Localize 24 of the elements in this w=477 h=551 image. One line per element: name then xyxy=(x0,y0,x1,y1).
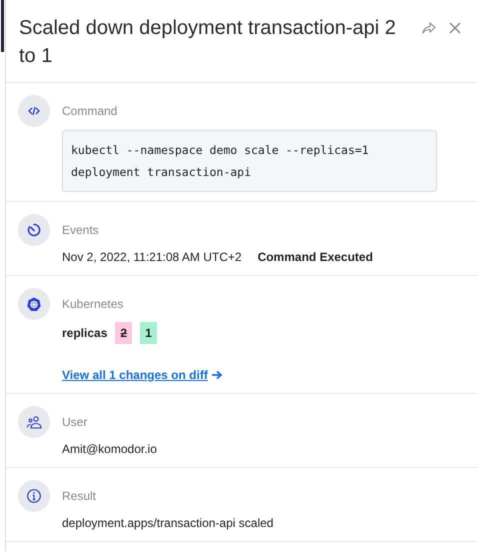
event-status: Command Executed xyxy=(258,249,373,266)
section-label: Command xyxy=(62,103,118,120)
command-line: kubectl --namespace demo scale --replicas=1 xyxy=(71,142,370,159)
users-icon xyxy=(26,414,42,430)
section-value: Amit@komodor.io xyxy=(62,441,158,458)
info-icon xyxy=(26,488,42,504)
panel-edge-bar xyxy=(1,0,4,52)
section-label: Result xyxy=(62,488,96,505)
section-label: Kubernetes xyxy=(62,296,124,313)
old-value: 2 xyxy=(115,322,132,344)
panel-title: Scaled down deployment transaction-api 2 to 1 xyxy=(19,16,397,69)
share-button[interactable] xyxy=(421,20,437,36)
section-label: Events xyxy=(62,222,99,239)
field-name: replicas xyxy=(62,325,108,342)
section-value: deployment.apps/transaction-api scaled xyxy=(62,515,274,532)
helm-wheel-icon xyxy=(26,296,42,312)
timer-icon xyxy=(26,222,42,238)
close-button[interactable] xyxy=(447,20,463,36)
command-line: deployment transaction-api xyxy=(71,164,252,181)
new-value: 1 xyxy=(140,322,157,344)
event-time: Nov 2, 2022, 11:21:08 AM UTC+2 xyxy=(62,249,242,266)
diff-link[interactable]: View all 1 changes on diff xyxy=(62,366,208,384)
arrow-right-icon xyxy=(212,370,223,380)
section-label: User xyxy=(62,414,88,431)
